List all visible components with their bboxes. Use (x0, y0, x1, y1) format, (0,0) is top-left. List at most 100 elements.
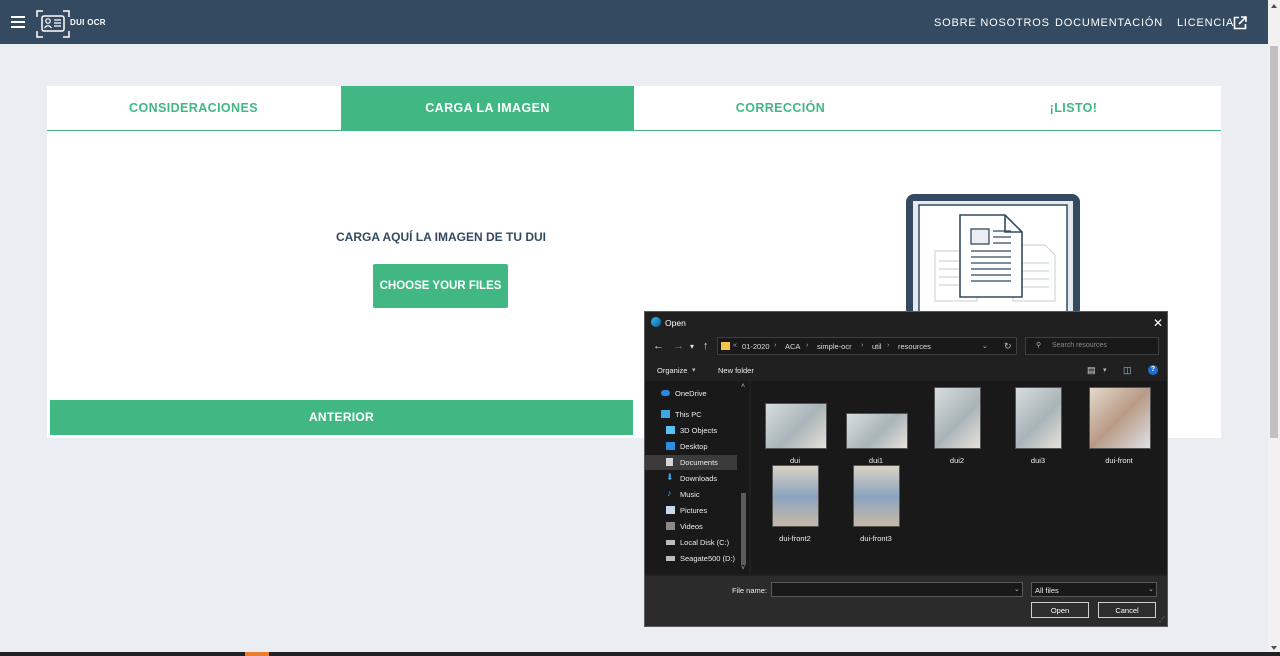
hamburger-menu-icon[interactable] (11, 16, 25, 28)
pane-scroll-down-icon[interactable]: ˅ (741, 565, 745, 572)
breadcrumb-util[interactable]: util (872, 342, 882, 351)
address-bar[interactable]: « 01-2020 › ACA › simple-ocr › util › re… (717, 337, 1017, 355)
image-thumbnail (934, 387, 981, 449)
external-link-icon[interactable] (1233, 16, 1247, 30)
up-arrow-icon[interactable]: ↑ (703, 340, 709, 352)
nav-downloads[interactable]: ⬇ Downloads (645, 471, 737, 486)
tab-correccion[interactable]: CORRECCIÓN (634, 86, 927, 130)
scrollbar-thumb[interactable] (1270, 46, 1278, 438)
nav-videos[interactable]: Videos (645, 519, 737, 534)
image-thumbnail (853, 465, 900, 527)
open-button[interactable]: Open (1031, 602, 1089, 618)
document-icon (666, 458, 673, 466)
nav-pictures[interactable]: Pictures (645, 503, 737, 518)
breadcrumb-separator-icon: › (774, 342, 777, 349)
file-item[interactable]: dui (759, 393, 831, 469)
scroll-up-icon[interactable] (1271, 4, 1277, 8)
recent-chevron-icon[interactable]: ▾ (690, 342, 694, 351)
breadcrumb-simple-ocr[interactable]: simple-ocr (817, 342, 852, 351)
organize-menu[interactable]: Organize (657, 366, 687, 375)
nav-documents[interactable]: Documents (645, 455, 737, 470)
folder-icon (721, 342, 730, 350)
view-chevron-icon[interactable]: ▾ (1103, 366, 1107, 374)
pane-scrollbar-thumb[interactable] (741, 493, 746, 565)
preview-pane-icon[interactable]: ◫ (1123, 365, 1132, 376)
breadcrumb-separator-icon: › (887, 342, 890, 349)
breadcrumb-separator-icon: › (806, 342, 809, 349)
nav-sobre-nosotros[interactable]: SOBRE NOSOTROS (934, 17, 1050, 29)
edge-browser-icon (651, 317, 661, 327)
drive-icon (666, 540, 675, 545)
upload-title: CARGA AQUÍ LA IMAGEN DE TU DUI (336, 230, 546, 244)
cancel-button[interactable]: Cancel (1098, 602, 1156, 618)
nav-licencia[interactable]: LICENCIA (1177, 17, 1234, 29)
id-card-logo-icon[interactable] (36, 9, 70, 39)
resize-grip-icon[interactable]: ⋰ (1159, 616, 1165, 623)
dialog-footer: File name: ⌄ All files ⌄ Open Cancel ⋰ (645, 576, 1167, 626)
file-list: dui dui1 dui2 dui3 dui-front dui-front2 … (751, 381, 1167, 574)
tab-carga-la-imagen[interactable]: CARGA LA IMAGEN (341, 86, 634, 130)
nav-documentacion[interactable]: DOCUMENTACIÓN (1055, 17, 1163, 29)
dialog-title: Open (665, 318, 686, 328)
search-icon: ⚲ (1036, 342, 1042, 349)
nav-this-pc[interactable]: This PC (645, 407, 737, 422)
file-item[interactable]: dui-front (1083, 387, 1155, 469)
image-thumbnail (1089, 387, 1151, 449)
file-name-input[interactable] (771, 582, 1023, 597)
pane-scroll-up-icon[interactable]: ˄ (741, 383, 745, 390)
forward-arrow-icon[interactable]: → (673, 340, 684, 352)
breadcrumb-resources[interactable]: resources (898, 342, 931, 351)
file-item[interactable]: dui1 (840, 393, 912, 469)
nav-seagate500-d[interactable]: Seagate500 (D:) (645, 551, 737, 566)
file-type-select[interactable]: All files (1031, 582, 1157, 597)
file-item[interactable]: dui-front2 (759, 465, 831, 547)
help-icon[interactable]: ? (1148, 365, 1158, 375)
nav-3d-objects[interactable]: 3D Objects (645, 423, 737, 438)
close-icon[interactable]: ✕ (1153, 316, 1163, 330)
nav-local-disk-c[interactable]: Local Disk (C:) (645, 535, 737, 550)
image-thumbnail (765, 403, 827, 449)
desktop-icon (666, 442, 675, 450)
overflow-chevron-icon[interactable]: « (733, 342, 737, 349)
view-options-icon[interactable]: ▤ (1087, 365, 1096, 376)
taskbar-item[interactable] (245, 652, 269, 656)
organize-chevron-icon[interactable]: ▾ (692, 366, 696, 374)
breadcrumb-01-2020[interactable]: 01-2020 (742, 342, 770, 351)
file-item[interactable]: dui-front3 (840, 465, 912, 547)
file-type-chevron-icon[interactable]: ⌄ (1148, 585, 1154, 593)
tab-listo[interactable]: ¡LISTO! (927, 86, 1220, 130)
pictures-icon (666, 506, 675, 514)
download-icon: ⬇ (666, 472, 674, 482)
breadcrumb-aca[interactable]: ACA (785, 342, 800, 351)
drive-icon (666, 556, 675, 561)
nav-music[interactable]: ♪ Music (645, 487, 737, 502)
nav-onedrive[interactable]: OneDrive (645, 386, 737, 401)
stepper-tabs: CONSIDERACIONES CARGA LA IMAGEN CORRECCI… (47, 86, 1221, 131)
search-input[interactable]: ⚲ Search resources (1025, 337, 1159, 355)
choose-files-button[interactable]: CHOOSE YOUR FILES (373, 264, 508, 308)
file-item[interactable]: dui2 (921, 387, 993, 469)
cube-icon (666, 426, 675, 434)
app-header: DUI OCR SOBRE NOSOTROS DOCUMENTACIÓN LIC… (0, 0, 1268, 44)
taskbar-strip (0, 652, 1280, 656)
file-item[interactable]: dui3 (1002, 387, 1074, 469)
image-thumbnail (1015, 387, 1062, 449)
scroll-down-icon[interactable] (1271, 646, 1277, 650)
page-scrollbar[interactable] (1268, 0, 1280, 656)
address-dropdown-icon[interactable]: ⌄ (982, 342, 988, 350)
image-thumbnail (846, 413, 908, 449)
search-placeholder: Search resources (1052, 342, 1107, 349)
anterior-button[interactable]: ANTERIOR (50, 400, 633, 435)
file-name-label: File name: (732, 586, 768, 595)
cloud-icon (661, 390, 670, 396)
refresh-icon[interactable]: ↻ (1004, 341, 1012, 352)
image-thumbnail (772, 465, 819, 527)
new-folder-button[interactable]: New folder (718, 366, 754, 375)
computer-icon (661, 410, 670, 418)
back-arrow-icon[interactable]: ← (653, 340, 664, 352)
file-name-chevron-icon[interactable]: ⌄ (1014, 585, 1020, 593)
video-icon (666, 522, 675, 530)
tab-consideraciones[interactable]: CONSIDERACIONES (47, 86, 340, 130)
breadcrumb-separator-icon: › (861, 342, 864, 349)
nav-desktop[interactable]: Desktop (645, 439, 737, 454)
